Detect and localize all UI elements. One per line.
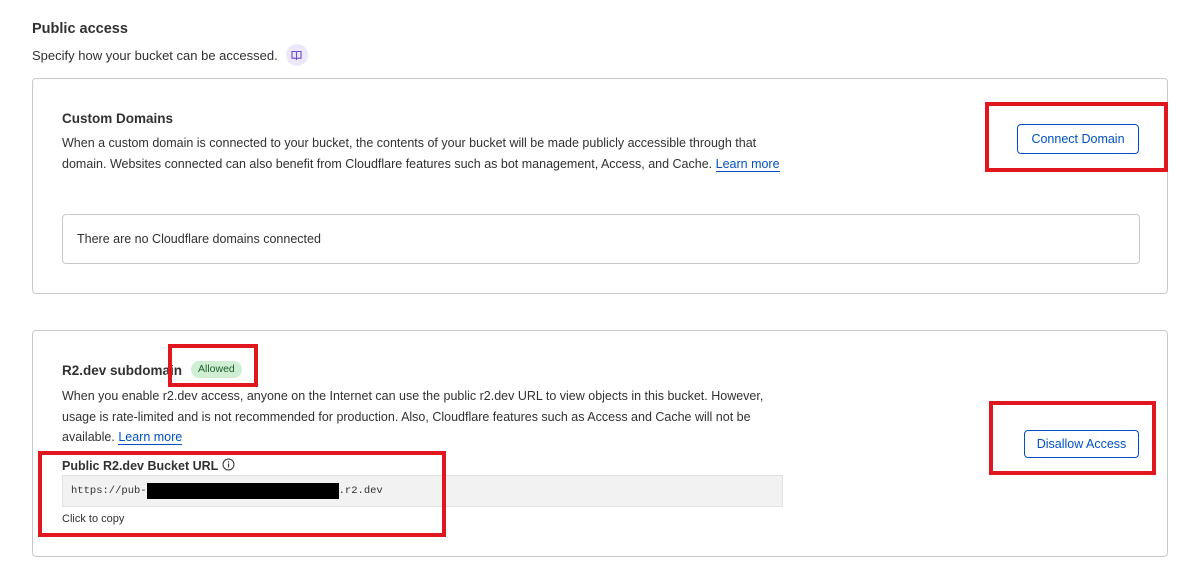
custom-domains-title: Custom Domains: [62, 111, 174, 126]
connect-domain-button[interactable]: Connect Domain: [1017, 124, 1139, 154]
disallow-access-button[interactable]: Disallow Access: [1024, 430, 1139, 458]
bucket-url-prefix: https://pub-: [71, 485, 147, 497]
status-badge: Allowed: [191, 361, 242, 378]
connected-domains-empty-state: There are no Cloudflare domains connecte…: [62, 214, 1140, 264]
custom-domains-description-text: When a custom domain is connected to you…: [62, 136, 757, 171]
info-icon[interactable]: [222, 458, 235, 474]
section-subtitle: Specify how your bucket can be accessed.: [32, 44, 308, 66]
docs-book-icon[interactable]: [285, 44, 308, 66]
custom-domains-learn-more-link[interactable]: Learn more: [715, 156, 780, 172]
bucket-url-suffix: .r2.dev: [338, 485, 383, 497]
bucket-url-label-text: Public R2.dev Bucket URL: [62, 459, 219, 473]
r2-subdomain-title: R2.dev subdomain: [62, 363, 183, 378]
section-subtitle-text: Specify how your bucket can be accessed.: [32, 47, 278, 63]
r2-subdomain-description: When you enable r2.dev access, anyone on…: [62, 386, 782, 448]
click-to-copy-hint: Click to copy: [62, 513, 125, 525]
section-title: Public access: [32, 21, 128, 37]
custom-domains-card: Custom Domains When a custom domain is c…: [32, 78, 1168, 294]
r2-subdomain-learn-more-link[interactable]: Learn more: [118, 430, 183, 445]
custom-domains-description: When a custom domain is connected to you…: [62, 133, 782, 174]
bucket-url-label: Public R2.dev Bucket URL: [62, 458, 235, 474]
redacted-bucket-id: [146, 483, 339, 499]
r2-subdomain-card: R2.dev subdomain Allowed When you enable…: [32, 330, 1168, 557]
bucket-url-field[interactable]: https://pub- .r2.dev: [62, 475, 783, 507]
